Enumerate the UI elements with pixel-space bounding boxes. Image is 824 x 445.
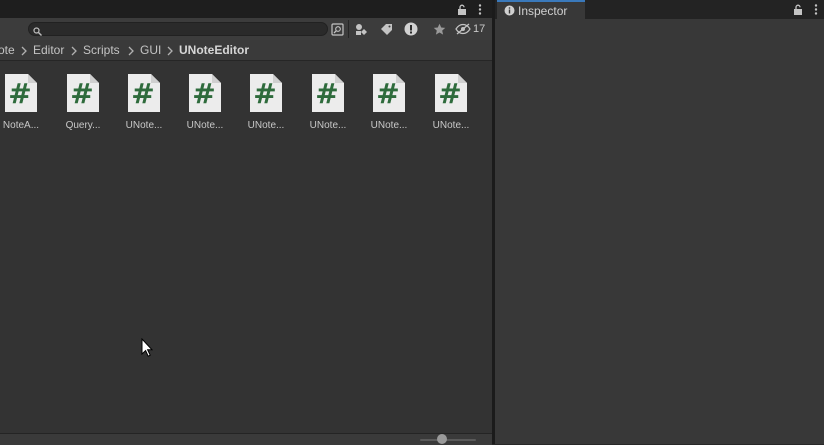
- favorite-icon[interactable]: [428, 20, 450, 38]
- breadcrumb-item[interactable]: ote: [0, 43, 15, 57]
- svg-text:#: #: [70, 77, 93, 110]
- asset-label: UNote...: [186, 120, 224, 131]
- csharp-script-icon: #: [188, 73, 222, 113]
- project-statusbar: [0, 433, 492, 445]
- breadcrumb-current[interactable]: UNoteEditor: [179, 43, 249, 57]
- lock-icon[interactable]: [456, 3, 468, 15]
- csharp-script-icon: #: [66, 73, 100, 113]
- log-level-icon[interactable]: [400, 20, 422, 38]
- asset-label: Query...: [65, 120, 101, 131]
- svg-text:#: #: [131, 77, 154, 110]
- asset-item[interactable]: # UNote...: [420, 73, 482, 135]
- create-search-icon[interactable]: [328, 20, 346, 38]
- asset-label: UNote...: [247, 120, 285, 131]
- asset-label: NoteA...: [2, 120, 40, 131]
- breadcrumb-item[interactable]: GUI: [140, 43, 161, 57]
- zoom-slider[interactable]: [420, 439, 476, 441]
- project-toolbar: [0, 18, 492, 41]
- csharp-script-icon: #: [311, 73, 345, 113]
- hidden-count-label: 17: [473, 23, 486, 35]
- breadcrumb: ote Editor Scripts GUI UNoteEditor: [0, 40, 492, 61]
- asset-item[interactable]: # UNote...: [113, 73, 175, 135]
- asset-item[interactable]: # UNote...: [297, 73, 359, 135]
- asset-label: UNote...: [125, 120, 163, 131]
- csharp-script-icon: #: [434, 73, 468, 113]
- info-icon: [504, 5, 515, 16]
- csharp-script-icon: #: [249, 73, 283, 113]
- chevron-right-icon: [127, 45, 135, 56]
- project-panel: 17 ote Editor Scripts GUI UNoteEditor # …: [0, 0, 492, 445]
- csharp-script-icon: #: [372, 73, 406, 113]
- csharp-script-icon: #: [4, 73, 38, 113]
- asset-label: UNote...: [309, 120, 347, 131]
- csharp-script-icon: #: [127, 73, 161, 113]
- asset-label: UNote...: [432, 120, 470, 131]
- chevron-right-icon: [20, 45, 28, 56]
- svg-text:#: #: [376, 77, 399, 110]
- svg-text:#: #: [8, 77, 31, 110]
- asset-item[interactable]: # Query...: [52, 73, 114, 135]
- asset-item[interactable]: # UNote...: [358, 73, 420, 135]
- asset-item[interactable]: # UNote...: [174, 73, 236, 135]
- svg-text:#: #: [253, 77, 276, 110]
- asset-item[interactable]: # UNote...: [235, 73, 297, 135]
- tab-inspector[interactable]: Inspector: [497, 0, 585, 19]
- project-tabbar: [0, 0, 492, 18]
- zoom-slider-thumb[interactable]: [437, 434, 447, 444]
- more-options-icon[interactable]: [474, 3, 486, 15]
- inspector-title: Inspector: [518, 4, 568, 18]
- more-options-icon[interactable]: [810, 3, 822, 15]
- lock-icon[interactable]: [792, 3, 804, 15]
- breadcrumb-item[interactable]: Editor: [33, 43, 64, 57]
- svg-text:#: #: [192, 77, 215, 110]
- asset-item[interactable]: # NoteA...: [0, 73, 52, 135]
- toolbar-divider: [348, 20, 349, 38]
- chevron-right-icon: [166, 45, 174, 56]
- breadcrumb-item[interactable]: Scripts: [83, 43, 120, 57]
- svg-text:#: #: [315, 77, 338, 110]
- asset-grid: # NoteA... # Query... # UNote... # UNote…: [0, 61, 492, 433]
- search-icon: [33, 25, 43, 36]
- inspector-panel: Inspector: [495, 0, 824, 444]
- asset-label: UNote...: [370, 120, 408, 131]
- search-by-label-icon[interactable]: [375, 20, 397, 38]
- hidden-packages-icon[interactable]: [454, 20, 472, 38]
- search-input[interactable]: [28, 22, 328, 36]
- chevron-right-icon: [70, 45, 78, 56]
- search-by-type-icon[interactable]: [351, 20, 373, 38]
- inspector-tabbar: Inspector: [495, 0, 824, 19]
- mouse-cursor-icon: [141, 337, 154, 357]
- svg-text:#: #: [438, 77, 461, 110]
